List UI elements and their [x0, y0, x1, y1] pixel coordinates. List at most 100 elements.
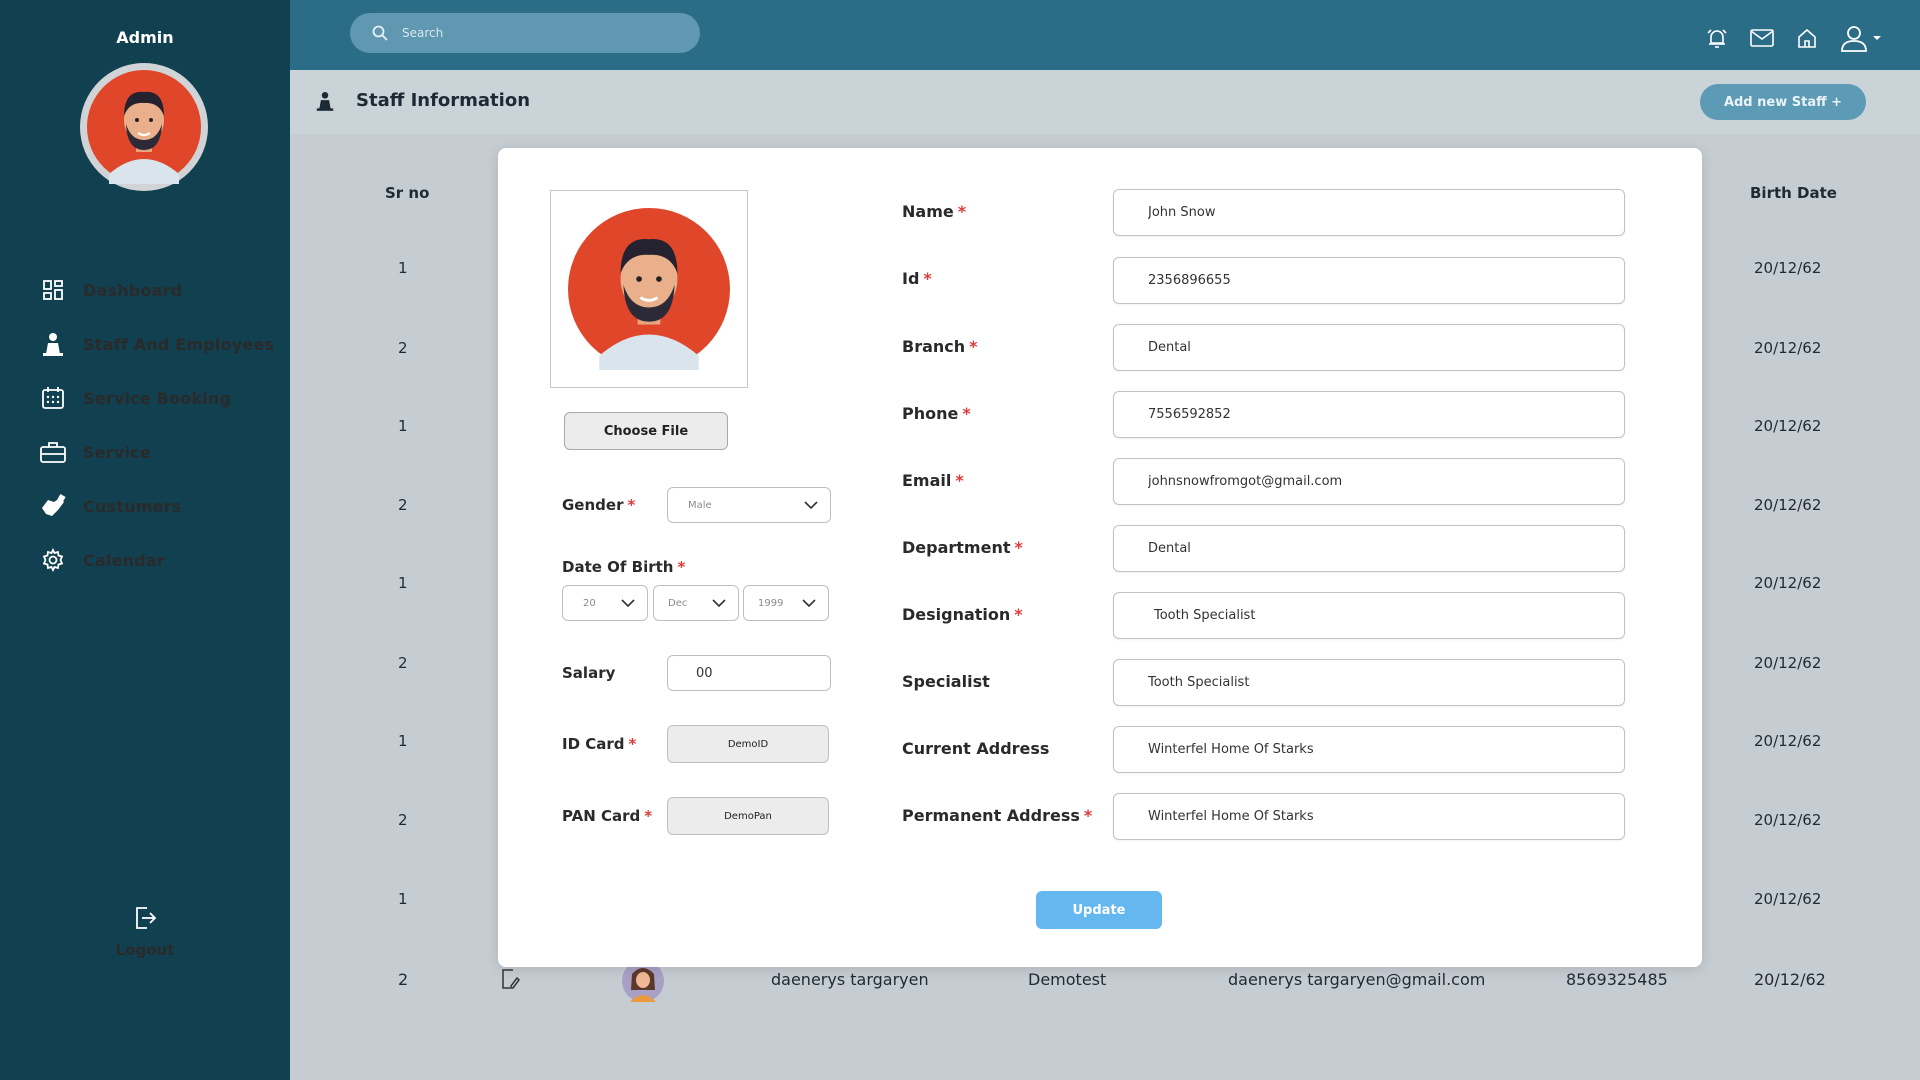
dashboard-icon [40, 277, 66, 303]
required-mark: * [955, 471, 964, 490]
staff-icon [40, 331, 66, 357]
top-bar [290, 0, 1920, 70]
phone-label-text: Phone [902, 404, 959, 423]
sidebar-item-dashboard[interactable]: Dashboard [0, 263, 290, 317]
dob-month-value: Dec [668, 597, 688, 609]
name-label-text: Name [902, 202, 954, 221]
chevron-down-icon [1873, 36, 1881, 40]
required-mark: * [1014, 605, 1023, 624]
department-label: Department * [902, 538, 1023, 557]
email-label: Email * [902, 471, 964, 490]
sidebar-item-label: Calendar [83, 550, 166, 570]
email-label-text: Email [902, 471, 952, 490]
sidebar-item-service[interactable]: Service [0, 425, 290, 479]
chevron-down-icon [621, 598, 635, 607]
birth-cell: 20/12/62 [1754, 970, 1826, 989]
edit-icon[interactable] [500, 968, 520, 994]
required-mark: * [628, 735, 637, 753]
alarm-icon[interactable] [1706, 27, 1728, 49]
id-label-text: Id [902, 269, 920, 288]
branch-cell: Demotest [1028, 970, 1107, 989]
sidebar-item-custumers[interactable]: Custumers [0, 479, 290, 533]
gender-label-text: Gender [562, 496, 624, 514]
sidebar-item-label: Service [83, 442, 151, 462]
calendar-grid-icon [40, 385, 66, 411]
sidebar-item-service-booking[interactable]: Service Booking [0, 371, 290, 425]
sr-cell: 2 [398, 339, 408, 357]
search-bar[interactable] [350, 13, 700, 53]
mail-icon[interactable] [1750, 28, 1774, 48]
current-address-field[interactable] [1113, 726, 1625, 773]
phone-field[interactable] [1113, 391, 1625, 438]
specialist-field[interactable] [1113, 659, 1625, 706]
designation-label: Designation * [902, 605, 1023, 624]
required-mark: * [677, 558, 686, 576]
email-field[interactable] [1113, 458, 1625, 505]
dob-label: Date Of Birth * [562, 558, 685, 576]
sidebar-item-staff[interactable]: Staff And Employees [0, 317, 290, 371]
sidebar-nav: Dashboard Staff And Employees Service Bo… [0, 263, 290, 587]
id-card-field[interactable] [667, 725, 829, 763]
choose-file-button[interactable]: Choose File [564, 412, 728, 450]
permanent-address-label-text: Permanent Address [902, 806, 1080, 825]
dob-year-value: 1999 [758, 597, 784, 609]
sidebar-item-label: Dashboard [83, 280, 183, 300]
id-field[interactable] [1113, 257, 1625, 304]
logout-label: Logout [115, 941, 175, 959]
branch-field[interactable] [1113, 324, 1625, 371]
update-button[interactable]: Update [1036, 891, 1162, 929]
branch-label: Branch * [902, 337, 978, 356]
dob-year-select[interactable]: 1999 [743, 585, 829, 621]
staff-icon [316, 90, 334, 116]
sr-cell: 1 [398, 259, 408, 277]
required-mark: * [957, 202, 967, 221]
specialist-label: Specialist [902, 672, 990, 691]
sidebar-item-calendar[interactable]: Calendar [0, 533, 290, 587]
sidebar-item-label: Custumers [83, 496, 182, 516]
birth-cell: 20/12/62 [1754, 574, 1822, 592]
salary-label: Salary [562, 664, 616, 682]
logout-icon [136, 907, 157, 929]
logout-button[interactable]: Logout [0, 905, 290, 959]
user-menu[interactable] [1840, 24, 1882, 52]
birth-cell: 20/12/62 [1754, 811, 1822, 829]
gender-label: Gender * [562, 496, 635, 514]
chevron-down-icon [804, 500, 818, 509]
birth-cell: 20/12/62 [1754, 417, 1822, 435]
sr-cell: 1 [398, 890, 408, 908]
name-field[interactable] [1113, 189, 1625, 236]
phone-label: Phone * [902, 404, 971, 423]
chevron-down-icon [802, 598, 816, 607]
permanent-address-label: Permanent Address * [902, 806, 1092, 825]
handshake-icon [40, 493, 66, 519]
dob-month-select[interactable]: Dec [653, 585, 739, 621]
branch-label-text: Branch [902, 337, 966, 356]
sidebar: Admin Dashboard Staff And Employees Serv… [0, 0, 290, 1080]
designation-field[interactable] [1113, 592, 1625, 639]
sr-cell: 1 [398, 732, 408, 750]
add-new-staff-button[interactable]: Add new Staff + [1700, 84, 1866, 120]
chevron-down-icon [712, 598, 726, 607]
gender-select[interactable]: Male [667, 487, 831, 523]
name-label: Name * [902, 202, 966, 221]
required-mark: * [962, 404, 971, 423]
pan-card-field[interactable] [667, 797, 829, 835]
permanent-address-field[interactable] [1113, 793, 1625, 840]
department-field[interactable] [1113, 525, 1625, 572]
pan-card-label: PAN Card * [562, 807, 652, 825]
dob-day-select[interactable]: 20 [562, 585, 648, 621]
email-cell: daenerys targaryen@gmail.com [1228, 970, 1486, 989]
admin-label: Admin [116, 28, 174, 47]
department-label-text: Department [902, 538, 1011, 557]
salary-field[interactable] [667, 655, 831, 691]
birth-cell: 20/12/62 [1754, 259, 1822, 277]
current-address-label: Current Address [902, 739, 1050, 758]
search-icon [372, 25, 388, 41]
home-icon[interactable] [1796, 27, 1818, 49]
sidebar-item-label: Staff And Employees [83, 334, 275, 354]
search-input[interactable] [402, 26, 662, 40]
header-sr-no: Sr no [385, 184, 430, 202]
dob-day-value: 20 [583, 597, 596, 609]
id-card-label: ID Card * [562, 735, 636, 753]
admin-avatar[interactable] [80, 63, 208, 191]
